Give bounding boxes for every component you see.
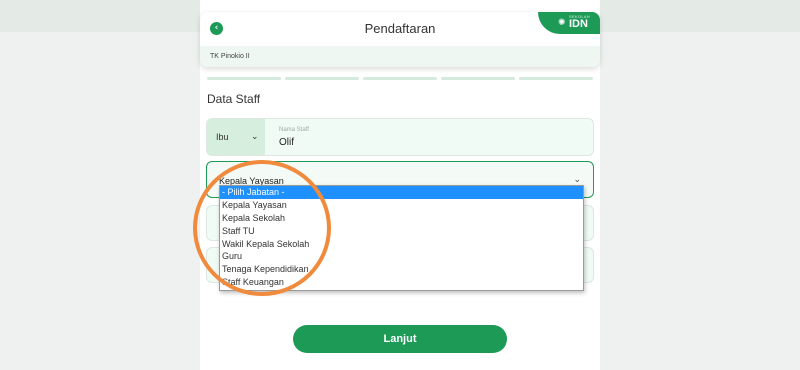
dropdown-option[interactable]: Kepala Yayasan xyxy=(220,199,583,212)
staff-name-row: Ibu ⌄ Nama Staff Olif xyxy=(206,118,594,156)
sapaan-value: Ibu xyxy=(216,132,229,142)
dropdown-option[interactable]: Staff TU xyxy=(220,225,583,238)
lanjut-button[interactable]: Lanjut xyxy=(293,325,507,353)
dropdown-option[interactable]: Guru xyxy=(220,250,583,263)
nama-staff-input[interactable]: Olif xyxy=(279,137,294,148)
chevron-down-icon: ⌄ xyxy=(251,131,259,141)
dropdown-option[interactable]: Kepala Sekolah xyxy=(220,212,583,225)
page-title: Pendaftaran xyxy=(364,21,436,36)
jabatan-dropdown-list: - Pilih Jabatan - Kepala Yayasan Kepala … xyxy=(219,185,584,291)
header-card: ‹ Pendaftaran ✺ SEKOLAH IDN TK Pinokio I… xyxy=(200,12,600,67)
chevron-down-icon: ⌄ xyxy=(573,174,581,184)
brand-name: IDN xyxy=(569,18,588,30)
nama-staff-label: Nama Staff xyxy=(279,127,309,133)
section-title: Data Staff xyxy=(207,92,261,106)
progress-step xyxy=(207,77,281,80)
progress-steps xyxy=(207,77,593,80)
dropdown-option[interactable]: Staff Keuangan xyxy=(220,276,583,289)
sapaan-select[interactable]: Ibu ⌄ xyxy=(207,119,265,155)
dropdown-option[interactable]: - Pilih Jabatan - xyxy=(220,186,583,199)
sun-icon: ✺ xyxy=(558,17,566,27)
progress-step xyxy=(285,77,359,80)
progress-step xyxy=(363,77,437,80)
dropdown-option[interactable]: Wakil Kepala Sekolah xyxy=(220,238,583,251)
progress-step xyxy=(519,77,593,80)
dropdown-option[interactable]: Tenaga Kependidikan xyxy=(220,263,583,276)
school-name: TK Pinokio II xyxy=(200,46,600,67)
progress-step xyxy=(441,77,515,80)
